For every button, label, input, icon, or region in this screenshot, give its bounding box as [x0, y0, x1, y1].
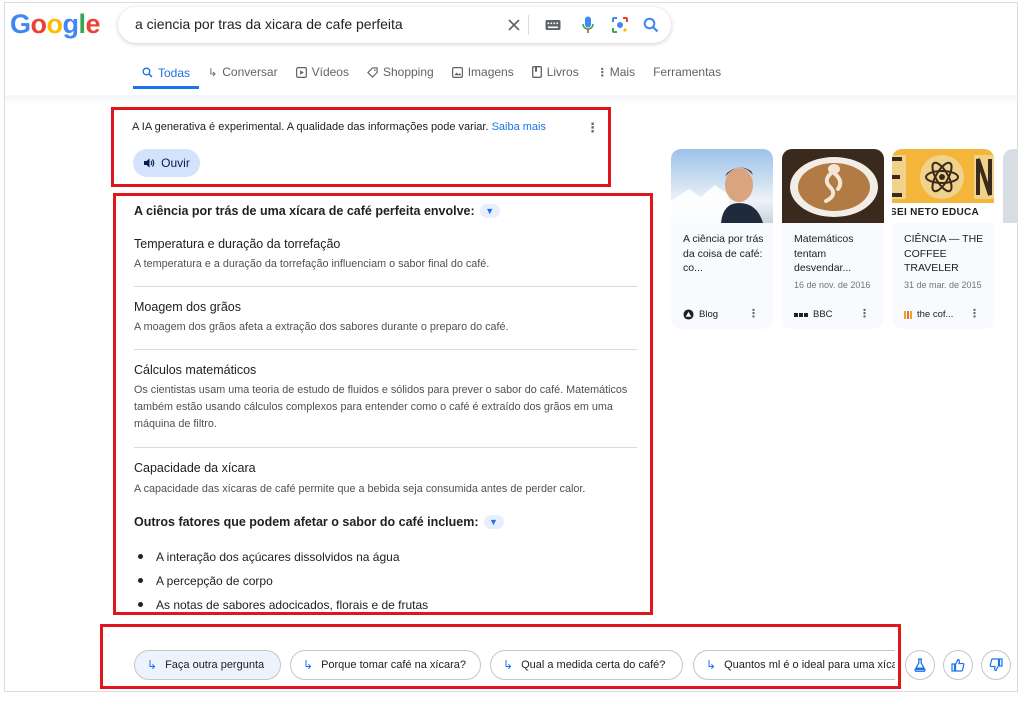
logo-letter: G	[10, 9, 31, 39]
source-card[interactable]: SEI NETO EDUCA CIÊNCIA — THE COFFEE TRAV…	[892, 149, 994, 329]
tab-label: Conversar	[222, 65, 278, 79]
source-date: 31 de mar. de 2015	[904, 280, 982, 290]
clear-icon[interactable]	[504, 15, 524, 35]
source-thumbnail: SEI NETO EDUCA	[892, 149, 994, 223]
search-box[interactable]: a ciencia por tras da xicara de cafe per…	[118, 7, 671, 43]
labs-button[interactable]	[905, 650, 935, 680]
logo-letter: e	[85, 9, 101, 39]
thumbnail-caption: SEI NETO EDUCA	[892, 207, 980, 218]
keyboard-icon[interactable]	[543, 15, 563, 35]
tab-shopping[interactable]: Shopping	[358, 59, 443, 85]
thumbs-up-button[interactable]	[943, 650, 973, 680]
source-thumbnail	[671, 149, 773, 223]
source-name: the cof...	[904, 309, 953, 320]
logo-letter: o	[46, 9, 64, 39]
more-options-icon[interactable]: ⋮	[748, 307, 759, 320]
highlight-box-disclaimer	[111, 107, 611, 187]
lens-icon[interactable]	[610, 15, 630, 35]
microphone-icon[interactable]	[578, 15, 598, 35]
source-title[interactable]: Matemáticos tentam desvendar...	[794, 232, 878, 276]
source-label: Blog	[699, 309, 719, 320]
book-icon	[531, 66, 542, 78]
tab-todas[interactable]: Todas	[133, 59, 200, 89]
tab-label: Livros	[546, 65, 579, 79]
logo-letter: l	[78, 9, 87, 39]
search-input[interactable]: a ciencia por tras da xicara de cafe per…	[135, 16, 403, 32]
more-vert-icon: ⋮	[596, 66, 608, 79]
image-icon	[451, 66, 463, 78]
bbc-logo-icon	[794, 312, 808, 317]
highlight-box-followups	[100, 624, 901, 689]
tab-label: Imagens	[467, 65, 514, 79]
header-divider	[5, 95, 1017, 105]
source-title[interactable]: CIÊNCIA — THE COFFEE TRAVELER	[904, 232, 988, 276]
tab-mais[interactable]: ⋮ Mais	[588, 59, 644, 85]
next-card-peek	[1003, 149, 1017, 223]
tab-livros[interactable]: Livros	[523, 59, 588, 85]
source-card[interactable]: A ciência por trás da coisa de café: co.…	[671, 149, 773, 329]
thumbs-up-icon	[951, 658, 965, 672]
tab-videos[interactable]: Vídeos	[287, 59, 358, 85]
blog-logo-icon	[683, 309, 694, 320]
reply-arrow-icon: ↳	[208, 66, 218, 79]
source-thumbnail	[782, 149, 884, 223]
tab-label: Vídeos	[311, 65, 349, 79]
tab-label: Mais	[609, 65, 636, 79]
more-options-icon[interactable]: ⋮	[859, 307, 870, 320]
highlight-box-overview	[113, 193, 653, 615]
tab-label: Shopping	[382, 65, 434, 79]
source-name: BBC	[794, 309, 833, 320]
source-name: Blog	[683, 309, 718, 320]
source-label: the cof...	[917, 309, 954, 320]
logo-letter: g	[62, 9, 80, 39]
search-icon[interactable]	[641, 15, 661, 35]
tab-label: Todas	[158, 65, 191, 80]
flask-icon	[914, 658, 926, 672]
more-options-icon[interactable]: ⋮	[969, 307, 980, 320]
google-logo[interactable]: Google	[10, 9, 101, 40]
tag-icon	[367, 66, 378, 78]
source-date: 16 de nov. de 2016	[794, 280, 871, 290]
search-tabs: Todas ↳ Conversar Vídeos Shopping Imagen…	[133, 59, 730, 93]
tab-conversar[interactable]: ↳ Conversar	[199, 59, 287, 85]
divider	[528, 15, 529, 35]
play-icon	[295, 66, 307, 78]
source-title[interactable]: A ciência por trás da coisa de café: co.…	[683, 232, 767, 276]
source-card[interactable]: Matemáticos tentam desvendar... 16 de no…	[782, 149, 884, 329]
thumbs-down-icon	[989, 658, 1003, 672]
thumbs-down-button[interactable]	[981, 650, 1011, 680]
search-icon	[142, 67, 153, 78]
logo-letter: o	[30, 9, 48, 39]
tab-label: Ferramentas	[653, 65, 722, 79]
search-results-page: Google a ciencia por tras da xicara de c…	[4, 2, 1018, 692]
coffee-traveler-logo-icon	[904, 310, 912, 319]
tab-imagens[interactable]: Imagens	[443, 59, 523, 85]
tab-ferramentas[interactable]: Ferramentas	[644, 59, 730, 85]
source-label: BBC	[813, 309, 833, 320]
